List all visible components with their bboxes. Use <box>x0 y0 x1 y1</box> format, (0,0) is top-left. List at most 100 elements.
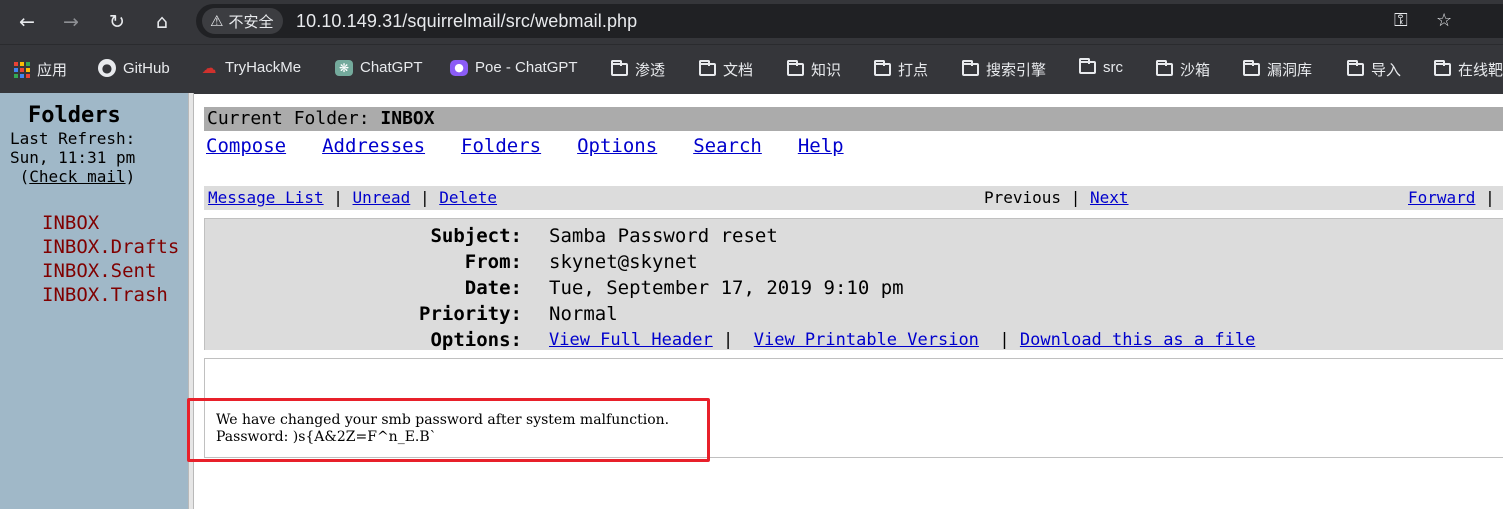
folder-icon <box>962 60 979 76</box>
current-folder-bar: Current Folder: INBOX <box>204 107 1503 131</box>
bookmark-folder[interactable]: 打点 <box>874 59 928 80</box>
apps-grid-icon <box>14 61 30 78</box>
priority-value: Normal <box>549 303 618 325</box>
github-icon: ● <box>98 59 116 77</box>
options-label: Options: <box>430 329 522 351</box>
menu-search[interactable]: Search <box>693 135 762 157</box>
bookmarks-bar: 应用 ● GitHub ☁ TryHackMe ❋ ChatGPT ● Poe … <box>0 44 1503 94</box>
warning-triangle-icon: ⚠ <box>210 12 224 30</box>
bookmark-label: src <box>1103 59 1123 76</box>
bookmark-label: 应用 <box>37 62 68 79</box>
url-text[interactable]: 10.10.149.31/squirrelmail/src/webmail.ph… <box>296 11 637 32</box>
folder-inbox[interactable]: INBOX <box>42 211 179 235</box>
bookmark-folder[interactable]: 沙箱 <box>1156 59 1210 80</box>
bookmark-folder[interactable]: 在线靶 <box>1434 59 1503 80</box>
bookmark-label: Poe - ChatGPT <box>475 59 578 76</box>
folder-icon <box>699 60 716 76</box>
bookmark-folder[interactable]: 知识 <box>787 59 841 80</box>
folder-icon <box>1156 60 1173 76</box>
subject-value: Samba Password reset <box>549 225 778 247</box>
bookmark-folder[interactable]: 渗透 <box>611 59 665 80</box>
reload-icon[interactable]: ↻ <box>102 7 132 37</box>
view-full-header-link[interactable]: View Full Header <box>549 330 713 350</box>
separator: | <box>333 188 343 207</box>
bookmark-label: 知识 <box>811 62 842 79</box>
date-label: Date: <box>464 277 522 299</box>
next-link[interactable]: Next <box>1090 188 1129 207</box>
separator: | <box>1070 188 1081 207</box>
nav-right: Forward | <box>1408 186 1495 210</box>
folder-icon <box>1079 58 1096 74</box>
menu-folders[interactable]: Folders <box>461 135 541 157</box>
bookmark-poe[interactable]: ● Poe - ChatGPT <box>450 59 578 76</box>
bookmark-github[interactable]: ● GitHub <box>98 59 170 77</box>
check-mail-wrapper: (Check mail) <box>10 167 136 186</box>
bookmark-label: ChatGPT <box>360 59 423 76</box>
bookmark-label: 文档 <box>723 62 754 79</box>
folder-icon <box>611 60 628 76</box>
poe-icon: ● <box>450 59 468 76</box>
bookmark-label: 沙箱 <box>1180 62 1211 79</box>
bookmark-folder[interactable]: 漏洞库 <box>1243 59 1312 80</box>
separator: | <box>419 188 430 207</box>
from-value: skynet@skynet <box>549 251 698 273</box>
bookmark-star-icon[interactable]: ☆ <box>1436 10 1452 31</box>
previous-label: Previous <box>984 188 1062 207</box>
priority-label: Priority: <box>419 303 522 325</box>
menu-addresses[interactable]: Addresses <box>322 135 425 157</box>
folder-list: INBOX INBOX.Drafts INBOX.Sent INBOX.Tras… <box>42 211 179 307</box>
options-links: View Full Header | View Printable Versio… <box>549 327 1255 353</box>
folder-icon <box>1434 60 1451 76</box>
address-bar[interactable]: ⚠ 不安全 10.10.149.31/squirrelmail/src/webm… <box>196 4 1503 38</box>
folder-trash[interactable]: INBOX.Trash <box>42 283 179 307</box>
check-mail-link[interactable]: Check mail <box>29 167 125 186</box>
bookmark-label: TryHackMe <box>225 59 302 76</box>
browser-toolbar: ← → ↻ ⌂ ⚠ 不安全 10.10.149.31/squirrelmail/… <box>0 0 1503 44</box>
bookmark-folder[interactable]: 搜索引擎 <box>962 59 1046 80</box>
nav-left: Message List | Unread | Delete <box>208 186 497 210</box>
view-printable-link[interactable]: View Printable Version <box>754 330 979 350</box>
menu-options[interactable]: Options <box>577 135 657 157</box>
subject-label: Subject: <box>430 225 522 247</box>
message-list-link[interactable]: Message List <box>208 188 324 207</box>
separator: | <box>1485 188 1495 207</box>
bookmark-chatgpt[interactable]: ❋ ChatGPT <box>335 59 423 76</box>
tryhackme-icon: ☁ <box>201 58 217 77</box>
bookmark-label: 搜索引擎 <box>986 62 1047 79</box>
unread-link[interactable]: Unread <box>353 188 411 207</box>
menu-help[interactable]: Help <box>798 135 844 157</box>
bookmark-tryhackme[interactable]: ☁ TryHackMe <box>200 58 302 77</box>
security-label: 不安全 <box>228 13 274 31</box>
separator: | <box>999 330 1010 350</box>
bookmark-label: 在线靶 <box>1458 62 1503 79</box>
bookmark-folder[interactable]: 文档 <box>699 59 753 80</box>
bookmark-label: 漏洞库 <box>1267 62 1313 79</box>
menu-compose[interactable]: Compose <box>206 135 286 157</box>
current-folder-label: Current Folder: <box>207 108 381 129</box>
chatgpt-icon: ❋ <box>335 59 353 76</box>
folders-title: Folders <box>28 103 121 128</box>
current-folder-name: INBOX <box>380 108 435 129</box>
folder-icon <box>1347 60 1364 76</box>
bookmark-label: 导入 <box>1371 62 1402 79</box>
highlight-annotation-box <box>187 398 710 462</box>
bookmark-label: 渗透 <box>635 62 666 79</box>
last-refresh-label: Last Refresh: <box>10 129 136 148</box>
forward-arrow-icon[interactable]: → <box>56 7 86 37</box>
password-key-icon[interactable]: ⚿ <box>1394 10 1408 31</box>
home-icon[interactable]: ⌂ <box>147 7 177 37</box>
message-header-box: Subject: Samba Password reset From: skyn… <box>204 218 1503 353</box>
folder-icon <box>1243 60 1260 76</box>
folder-sent[interactable]: INBOX.Sent <box>42 259 179 283</box>
bookmark-folder[interactable]: 导入 <box>1347 59 1401 80</box>
security-indicator[interactable]: ⚠ 不安全 <box>202 8 284 34</box>
bookmark-folder[interactable]: src <box>1079 58 1123 76</box>
download-link[interactable]: Download this as a file <box>1020 330 1255 350</box>
delete-link[interactable]: Delete <box>439 188 497 207</box>
last-refresh-time: Sun, 11:31 pm <box>10 148 136 167</box>
folder-drafts[interactable]: INBOX.Drafts <box>42 235 179 259</box>
forward-link[interactable]: Forward <box>1408 188 1475 207</box>
folder-icon <box>874 60 891 76</box>
bookmark-apps[interactable]: 应用 <box>14 59 67 80</box>
back-arrow-icon[interactable]: ← <box>12 7 42 37</box>
